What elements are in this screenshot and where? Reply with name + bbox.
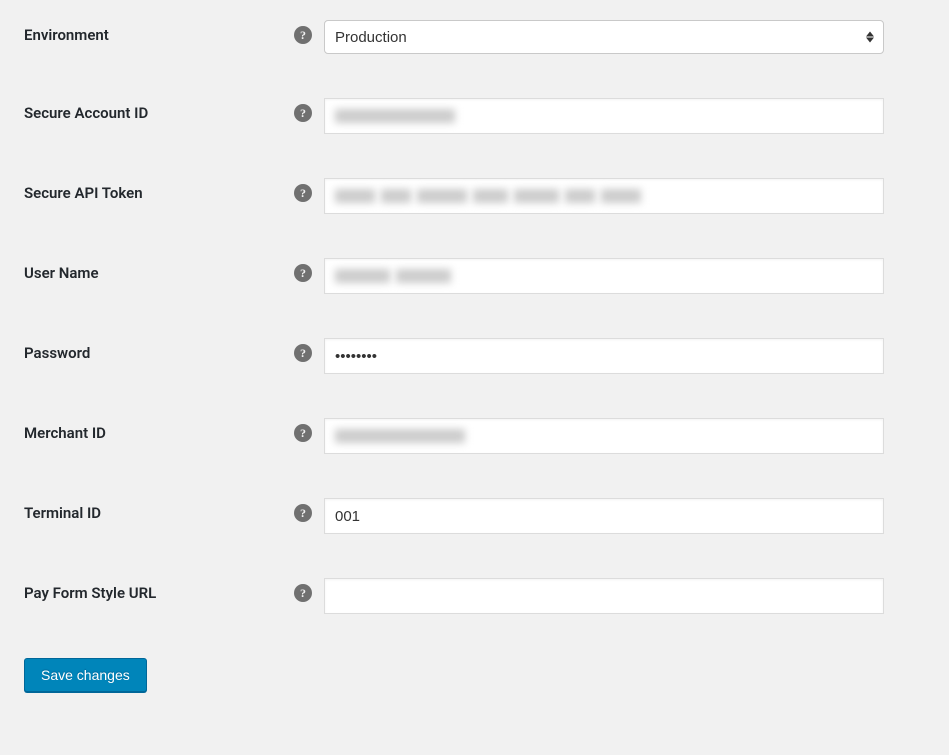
field-row-secure-api-token: Secure API Token ? [24,178,925,214]
help-icon[interactable]: ? [294,264,312,282]
password-input[interactable] [324,338,884,374]
user-name-label: User Name [24,264,99,282]
submit-row: Save changes [24,658,925,692]
input-cell [324,338,884,374]
field-row-secure-account-id: Secure Account ID ? [24,98,925,134]
input-cell [324,498,884,534]
redacted-value [335,189,641,203]
secure-api-token-input[interactable] [324,178,884,214]
help-icon[interactable]: ? [294,344,312,362]
merchant-id-input[interactable] [324,418,884,454]
input-cell [324,98,884,134]
help-icon[interactable]: ? [294,504,312,522]
help-icon[interactable]: ? [294,424,312,442]
label-cell: Environment ? [24,20,324,44]
input-cell: Production [324,20,884,54]
input-cell [324,418,884,454]
terminal-id-label: Terminal ID [24,504,101,522]
label-cell: Secure Account ID ? [24,98,324,122]
secure-account-id-input[interactable] [324,98,884,134]
label-cell: User Name ? [24,258,324,282]
label-cell: Pay Form Style URL ? [24,578,324,602]
label-cell: Terminal ID ? [24,498,324,522]
field-row-merchant-id: Merchant ID ? [24,418,925,454]
field-row-environment: Environment ? Production [24,20,925,54]
help-icon[interactable]: ? [294,104,312,122]
label-cell: Password ? [24,338,324,362]
help-icon[interactable]: ? [294,26,312,44]
input-cell [324,258,884,294]
environment-label: Environment [24,26,109,44]
password-label: Password [24,344,90,362]
field-row-password: Password ? [24,338,925,374]
redacted-value [335,429,465,443]
label-cell: Merchant ID ? [24,418,324,442]
user-name-input[interactable] [324,258,884,294]
input-cell [324,578,884,614]
field-row-terminal-id: Terminal ID ? [24,498,925,534]
secure-api-token-label: Secure API Token [24,184,143,202]
merchant-id-label: Merchant ID [24,424,106,442]
label-cell: Secure API Token ? [24,178,324,202]
select-wrapper: Production [324,20,884,54]
pay-form-style-url-input[interactable] [324,578,884,614]
environment-select[interactable]: Production [324,20,884,54]
settings-form: Environment ? Production Secure Account … [24,20,925,692]
field-row-pay-form-style-url: Pay Form Style URL ? [24,578,925,614]
input-cell [324,178,884,214]
help-icon[interactable]: ? [294,584,312,602]
pay-form-style-url-label: Pay Form Style URL [24,584,156,602]
save-button[interactable]: Save changes [24,658,147,692]
redacted-value [335,109,455,123]
secure-account-id-label: Secure Account ID [24,104,148,122]
redacted-value [335,269,451,283]
terminal-id-input[interactable] [324,498,884,534]
field-row-user-name: User Name ? [24,258,925,294]
help-icon[interactable]: ? [294,184,312,202]
